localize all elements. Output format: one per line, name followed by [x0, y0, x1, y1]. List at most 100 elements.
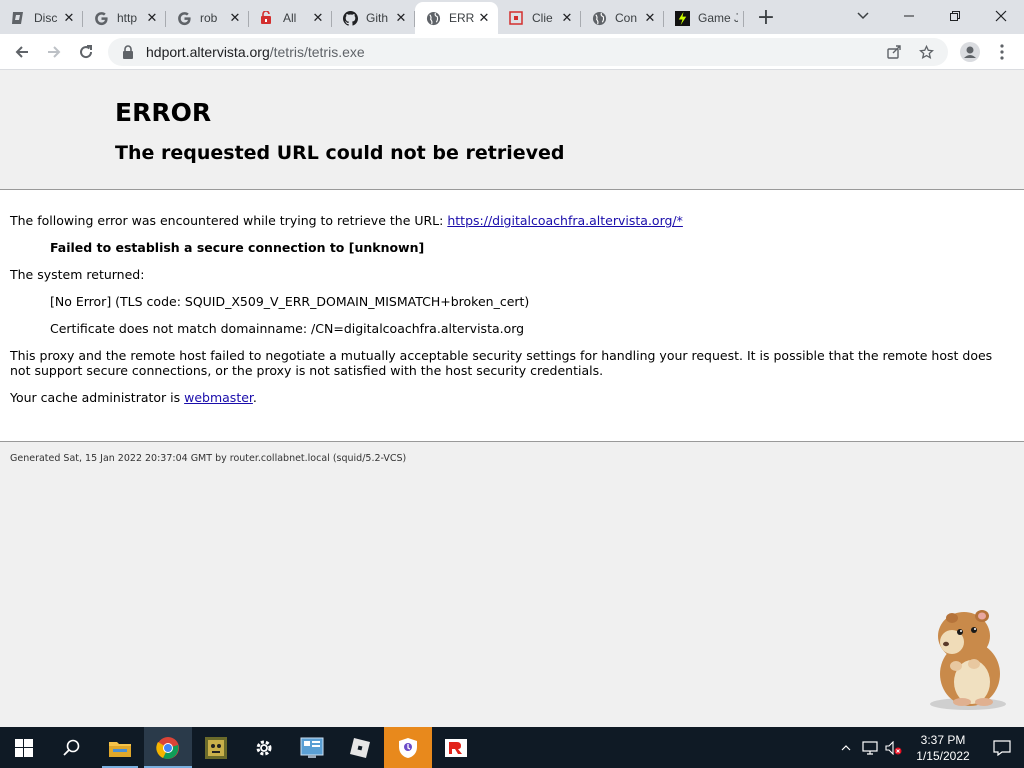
close-icon[interactable]: ✕ [227, 10, 243, 26]
certificate-message: Certificate does not match domainname: /… [50, 321, 525, 336]
close-icon[interactable]: ✕ [61, 10, 77, 26]
notification-center-button[interactable] [980, 727, 1024, 768]
roblox-icon [508, 10, 524, 26]
taskbar-chrome[interactable] [144, 727, 192, 768]
tab-title: Con [615, 11, 638, 25]
taskbar-clock[interactable]: 3:37 PM 1/15/2022 [906, 732, 980, 764]
taskbar-settings[interactable] [240, 727, 288, 768]
control-panel-icon [300, 737, 324, 758]
kebab-menu-icon [1000, 44, 1004, 60]
close-icon[interactable]: ✕ [559, 10, 575, 26]
network-button[interactable] [858, 727, 882, 768]
notification-icon [993, 739, 1011, 756]
omnibox-actions [878, 38, 942, 66]
new-tab-button[interactable]: + [750, 1, 782, 33]
error-intro-text: The following error was encountered whil… [10, 213, 448, 228]
tab-con[interactable]: Con ✕ [581, 3, 664, 33]
window-controls [886, 0, 1024, 32]
error-body: The following error was encountered whil… [0, 190, 1024, 442]
tab-github[interactable]: Gith ✕ [332, 3, 415, 33]
url-text[interactable]: hdport.altervista.org/tetris/tetris.exe [146, 44, 365, 60]
clock-time: 3:37 PM [920, 732, 966, 747]
close-icon[interactable]: ✕ [476, 10, 492, 26]
file-explorer-icon [109, 741, 131, 757]
game-jolt-icon [674, 10, 690, 26]
clock-date: 1/15/2022 [916, 748, 970, 763]
bookmark-button[interactable] [910, 38, 942, 66]
minimize-button[interactable] [886, 0, 932, 32]
globe-icon [591, 10, 607, 26]
error-failure: Failed to establish a secure connection … [50, 240, 425, 255]
share-button[interactable] [878, 38, 910, 66]
system-tray: 3:37 PM 1/15/2022 [834, 727, 1024, 768]
back-button[interactable] [6, 36, 38, 68]
taskbar-roblox[interactable] [432, 727, 480, 768]
taskbar-game[interactable] [192, 727, 240, 768]
system-returned-label: The system returned: [10, 267, 145, 282]
chevron-up-icon [841, 744, 851, 750]
restore-icon [950, 11, 960, 21]
close-icon [995, 10, 1007, 22]
search-icon [63, 739, 80, 756]
error-intro: The following error was encountered whil… [10, 213, 683, 228]
close-icon[interactable]: ✕ [310, 10, 326, 26]
cache-admin-suffix: . [252, 390, 257, 405]
page-title: ERROR [115, 98, 212, 127]
tab-search-button[interactable] [851, 0, 875, 32]
close-icon[interactable]: ✕ [393, 10, 409, 26]
windows-taskbar: 3:37 PM 1/15/2022 [0, 727, 1024, 768]
roblox-lock-icon [259, 10, 275, 26]
volume-muted-icon [885, 740, 902, 755]
show-hidden-icons-button[interactable] [834, 727, 858, 768]
globe-icon [425, 10, 441, 26]
cache-admin: Your cache administrator is webmaster. [10, 390, 257, 405]
roblox-icon [445, 738, 467, 757]
address-bar[interactable]: hdport.altervista.org/tetris/tetris.exe [108, 38, 948, 66]
taskbar-control-panel[interactable] [288, 727, 336, 768]
google-icon [176, 10, 192, 26]
reload-button[interactable] [70, 36, 102, 68]
error-explanation: This proxy and the remote host failed to… [10, 348, 993, 378]
network-icon [862, 740, 878, 755]
close-window-button[interactable] [978, 0, 1024, 32]
start-button[interactable] [0, 727, 48, 768]
requested-url-link[interactable]: https://digitalcoachfra.altervista.org/* [447, 213, 683, 228]
profile-button[interactable] [956, 38, 984, 66]
close-icon[interactable]: ✕ [144, 10, 160, 26]
taskbar-roblox-studio[interactable] [336, 727, 384, 768]
tab-google-1[interactable]: http ✕ [83, 3, 166, 33]
taskbar-vpn[interactable] [384, 727, 432, 768]
restore-button[interactable] [932, 0, 978, 32]
hamster-desktop-pet[interactable] [922, 604, 1014, 710]
lock-icon[interactable] [120, 44, 136, 60]
taskbar-search-button[interactable] [48, 727, 96, 768]
volume-button[interactable] [882, 727, 906, 768]
settings-icon [256, 740, 272, 755]
roblox-studio-icon [350, 737, 370, 758]
cache-admin-prefix: Your cache administrator is [10, 390, 185, 405]
forward-arrow-icon [48, 45, 61, 58]
vpn-shield-icon [399, 737, 417, 758]
tab-title: Gith [366, 11, 389, 25]
github-icon [342, 10, 358, 26]
tab-title: http [117, 11, 138, 25]
generated-footer: Generated Sat, 15 Jan 2022 20:37:04 GMT … [10, 453, 407, 464]
tab-google-2[interactable]: rob ✕ [166, 3, 249, 33]
star-icon [918, 44, 934, 59]
tab-title: Disc [34, 11, 58, 25]
windows-start-icon [15, 738, 33, 757]
taskbar-file-explorer[interactable] [96, 727, 144, 768]
tab-title: All [283, 11, 297, 25]
page-content: ERROR The requested URL could not be ret… [0, 70, 1024, 727]
tab-client[interactable]: Clie ✕ [498, 3, 581, 33]
close-icon[interactable]: ✕ [642, 10, 658, 26]
game-icon [205, 736, 227, 759]
forward-button[interactable] [38, 36, 70, 68]
tab-roblox-lock[interactable]: All ✕ [249, 3, 332, 33]
tab-error[interactable]: ERR ✕ [415, 2, 498, 34]
tab-game-jolt[interactable]: Game Jo [664, 3, 744, 33]
url-host: hdport.altervista.org [146, 44, 270, 60]
webmaster-link[interactable]: webmaster [184, 390, 253, 405]
menu-button[interactable] [988, 38, 1016, 66]
tab-discord[interactable]: Disc ✕ [0, 3, 83, 33]
